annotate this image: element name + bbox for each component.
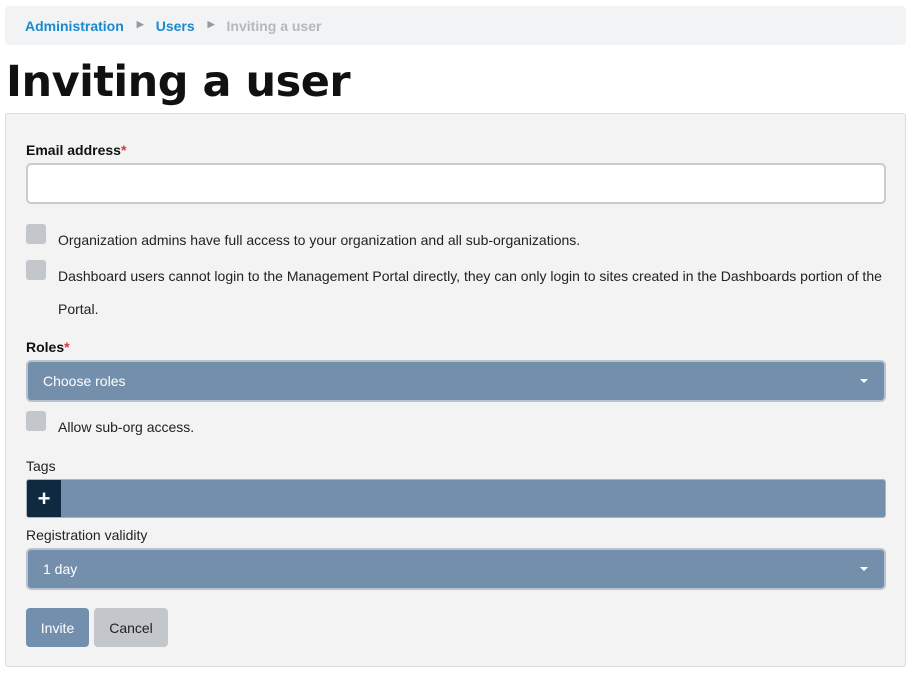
add-tag-icon[interactable]: + [27,480,61,517]
breadcrumb-current: Inviting a user [226,17,322,34]
breadcrumb-administration[interactable]: Administration [25,18,124,34]
invite-button[interactable]: Invite [26,608,89,647]
suborg-label: Allow sub-org access. [58,419,195,435]
validity-select[interactable]: 1 day [26,548,886,590]
suborg-checkbox[interactable] [26,411,46,431]
breadcrumb: Administration ▶ Users ▶ Inviting a user [5,6,906,45]
roles-select-value: Choose roles [43,373,126,389]
required-mark: * [64,339,70,355]
email-label-text: Email address [26,142,121,158]
email-field[interactable] [26,163,886,204]
org-admin-label: Organization admins have full access to … [58,232,581,248]
dashboard-label-line2: Portal. [58,301,99,317]
chevron-down-icon [860,379,868,383]
tags-label: Tags [26,458,56,474]
dashboard-checkbox[interactable] [26,260,46,280]
breadcrumb-separator-icon: ▶ [207,19,215,29]
chevron-down-icon [860,567,868,571]
roles-label: Roles* [26,339,70,355]
validity-label: Registration validity [26,527,148,543]
tags-input[interactable]: + [26,479,886,518]
email-label: Email address* [26,142,126,158]
cancel-button[interactable]: Cancel [94,608,168,647]
page-title: Inviting a user [6,57,351,107]
roles-label-text: Roles [26,339,65,355]
breadcrumb-users[interactable]: Users [156,18,195,34]
org-admin-checkbox[interactable] [26,224,46,244]
roles-select[interactable]: Choose roles [26,360,886,402]
dashboard-label-line1: Dashboard users cannot login to the Mana… [58,268,882,284]
invite-form-panel: Email address* Organization admins have … [5,113,906,667]
validity-select-value: 1 day [43,561,78,577]
required-mark: * [120,142,127,158]
breadcrumb-separator-icon: ▶ [136,19,144,29]
